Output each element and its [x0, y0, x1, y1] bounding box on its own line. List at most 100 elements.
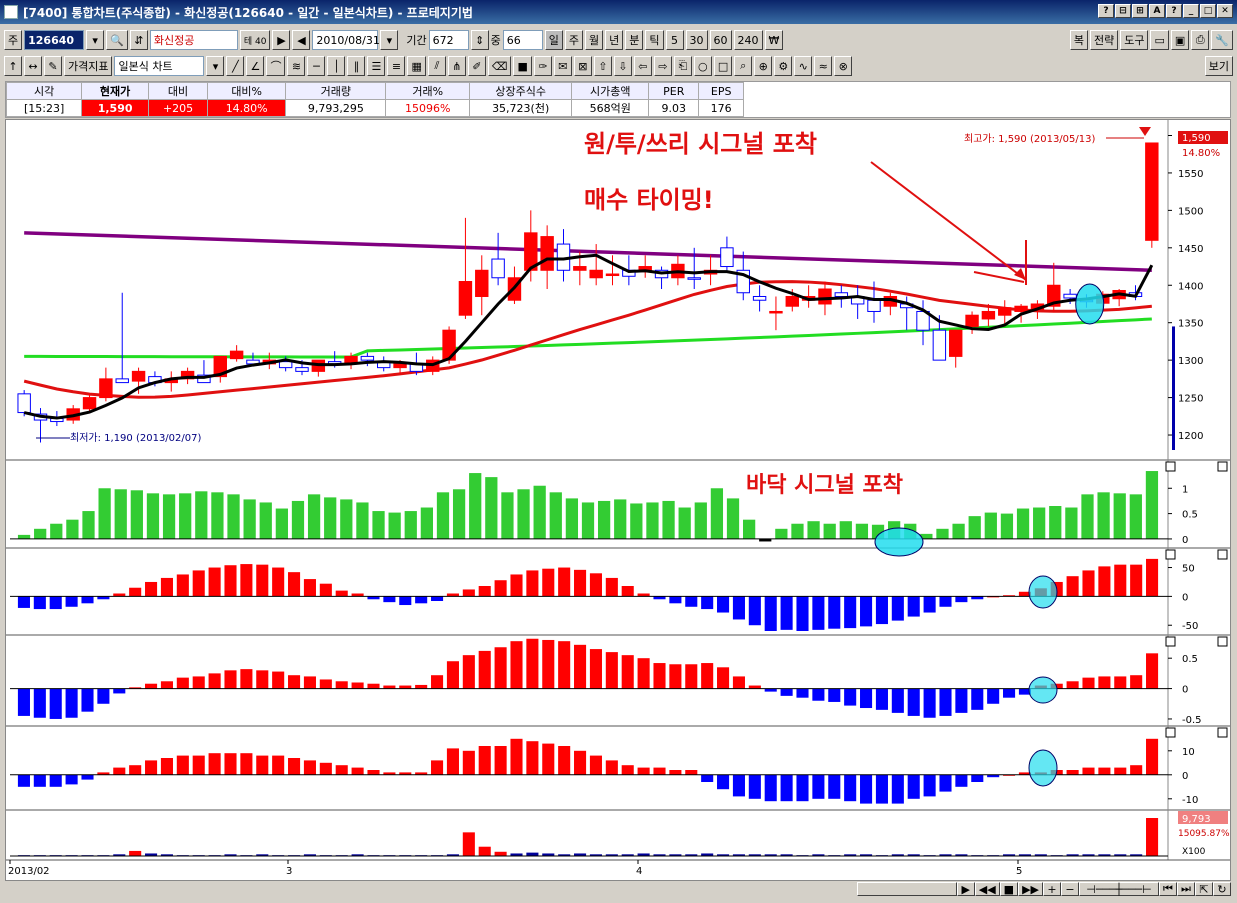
interval-tick[interactable]: 틱 — [645, 30, 664, 50]
stop-icon[interactable]: ■ — [999, 882, 1019, 896]
angle-tool-icon[interactable]: ∠ — [246, 56, 265, 76]
refresh-icon[interactable]: ↻ — [1213, 882, 1231, 896]
circle-tool-icon[interactable]: ○ — [693, 56, 712, 76]
grid-tool-icon[interactable]: ☰ — [367, 56, 386, 76]
osc2-bar — [176, 574, 189, 597]
rect-tool-icon[interactable]: □ — [713, 56, 733, 76]
x-tick-label: 4 — [636, 866, 642, 877]
restore-button[interactable]: 복 — [1069, 30, 1088, 50]
chart-type-select[interactable]: 일본식 차트 — [114, 56, 205, 76]
date-input[interactable]: 2010/08/31 — [312, 30, 380, 50]
interval-day[interactable]: 일 — [544, 30, 563, 50]
save-icon[interactable]: ▣ — [1170, 30, 1190, 50]
up-arrow-tool-icon[interactable]: ⇧ — [593, 56, 612, 76]
pattern-tool-icon[interactable]: ≈ — [814, 56, 833, 76]
prev-icon[interactable]: ◀ — [292, 30, 311, 50]
font-button[interactable]: A — [1149, 4, 1165, 18]
code-dropdown-icon[interactable]: ▾ — [86, 30, 105, 50]
first-icon[interactable]: ⏮ — [1159, 882, 1177, 896]
cross-tool-icon[interactable]: ⊠ — [573, 56, 592, 76]
mid-input[interactable]: 66 — [502, 30, 543, 50]
scroll-thumb[interactable] — [856, 882, 957, 896]
osc2-bar — [542, 568, 555, 597]
channel-tool-icon[interactable]: ⫽ — [427, 56, 446, 76]
left-arrow-tool-icon[interactable]: ⇦ — [633, 56, 652, 76]
export-icon[interactable]: ⇱ — [1195, 882, 1213, 896]
theme-badge[interactable]: 테 40 — [239, 30, 271, 50]
gear-tool-icon[interactable]: ⚙ — [774, 56, 793, 76]
interval-minute[interactable]: 분 — [625, 30, 644, 50]
maximize-button[interactable]: □ — [1200, 4, 1216, 18]
candle-body — [785, 295, 799, 307]
osc4-bar — [1146, 738, 1159, 775]
help-button[interactable]: ? — [1098, 4, 1114, 18]
expand-button[interactable]: ⊞ — [1132, 4, 1148, 18]
wave-tool-icon[interactable]: ∿ — [794, 56, 813, 76]
cycle-tool-icon[interactable]: ∥ — [347, 56, 366, 76]
fan-tool-icon[interactable]: ≋ — [287, 56, 306, 76]
folder-icon[interactable]: ▭ — [1150, 30, 1169, 50]
pen-tool-icon[interactable]: ✐ — [467, 56, 486, 76]
eraser-tool-icon[interactable]: ⌫ — [487, 56, 512, 76]
line-tool-icon[interactable]: ╱ — [226, 56, 245, 76]
down-arrow-tool-icon[interactable]: ⇩ — [613, 56, 632, 76]
indicator-button[interactable]: 가격지표 — [64, 56, 113, 76]
search-icon[interactable]: 🔍 — [106, 30, 128, 50]
arrow-lr-icon[interactable]: ↔ — [24, 56, 42, 76]
gann-tool-icon[interactable]: ▦ — [407, 56, 426, 76]
magnet-tool-icon[interactable]: ⊕ — [754, 56, 773, 76]
pitchfork-tool-icon[interactable]: ⋔ — [447, 56, 466, 76]
last-icon[interactable]: ⏭ — [1177, 882, 1195, 896]
period-input[interactable]: 672 — [428, 30, 469, 50]
minimize-button[interactable]: _ — [1183, 4, 1199, 18]
interval-year[interactable]: 년 — [605, 30, 624, 50]
print-icon[interactable]: ⎙ — [1191, 30, 1210, 50]
close-button[interactable]: ✕ — [1217, 4, 1233, 18]
chart-area[interactable]: 12001250130013501400145015001550160000.5… — [5, 119, 1231, 881]
zoom-out-icon[interactable]: − — [1061, 882, 1079, 896]
settings-icon[interactable]: 🔧 — [1211, 30, 1233, 50]
zoom-in-icon[interactable]: + — [1043, 882, 1061, 896]
delete-tool-icon[interactable]: ⊗ — [834, 56, 853, 76]
color-tool-icon[interactable]: ■ — [513, 56, 532, 76]
arrow-up-icon[interactable]: ↑ — [4, 56, 22, 76]
pct-tag: 14.80% — [1182, 148, 1220, 159]
page-tool-icon[interactable]: ⎗ — [673, 56, 692, 76]
hline-tool-icon[interactable]: ─ — [307, 56, 326, 76]
strategy-button[interactable]: 전략 — [1089, 30, 1119, 50]
scroll-right-icon[interactable]: ▶ — [956, 882, 975, 896]
interval-month[interactable]: 월 — [585, 30, 604, 50]
currency-button[interactable]: ₩ — [764, 30, 784, 50]
brush-tool-icon[interactable]: ✑ — [533, 56, 552, 76]
zoom-tool-icon[interactable]: ⌕ — [734, 56, 753, 76]
view-button[interactable]: 보기 — [1204, 56, 1233, 76]
chart-svg[interactable]: 12001250130013501400145015001550160000.5… — [6, 120, 1230, 880]
split-button[interactable]: ⊟ — [1115, 4, 1131, 18]
interval-30[interactable]: 30 — [685, 30, 708, 50]
fib-tool-icon[interactable]: ≡ — [387, 56, 406, 76]
fast-forward-icon[interactable]: ▶▶ — [1018, 882, 1043, 896]
interval-240[interactable]: 240 — [733, 30, 763, 50]
arc-tool-icon[interactable]: ⌒ — [266, 56, 286, 76]
info-button[interactable]: ? — [1166, 4, 1182, 18]
interval-week[interactable]: 주 — [564, 30, 584, 50]
next-icon[interactable]: ▶ — [272, 30, 291, 50]
edit-icon[interactable]: ✎ — [44, 56, 62, 76]
right-arrow-tool-icon[interactable]: ⇨ — [653, 56, 672, 76]
note-tool-icon[interactable]: ✉ — [553, 56, 572, 76]
sort-icon[interactable]: ⇵ — [129, 30, 148, 50]
osc4-bar — [129, 765, 142, 775]
stock-code-input[interactable]: 126640 — [24, 30, 85, 50]
type-selector[interactable]: 주 — [4, 30, 23, 50]
osc3-bar — [431, 675, 444, 689]
osc2-bar — [701, 596, 714, 610]
interval-5[interactable]: 5 — [665, 30, 684, 50]
tools-button[interactable]: 도구 — [1120, 30, 1149, 50]
vline-tool-icon[interactable]: │ — [327, 56, 346, 76]
interval-60[interactable]: 60 — [709, 30, 732, 50]
rewind-icon[interactable]: ◀◀ — [974, 882, 1000, 896]
zoom-slider[interactable]: ⊣───┼───⊢ — [1079, 882, 1159, 896]
chart-type-dropdown-icon[interactable]: ▾ — [206, 56, 225, 76]
spin-icon[interactable]: ⇕ — [470, 30, 489, 50]
date-dropdown-icon[interactable]: ▾ — [380, 30, 399, 50]
